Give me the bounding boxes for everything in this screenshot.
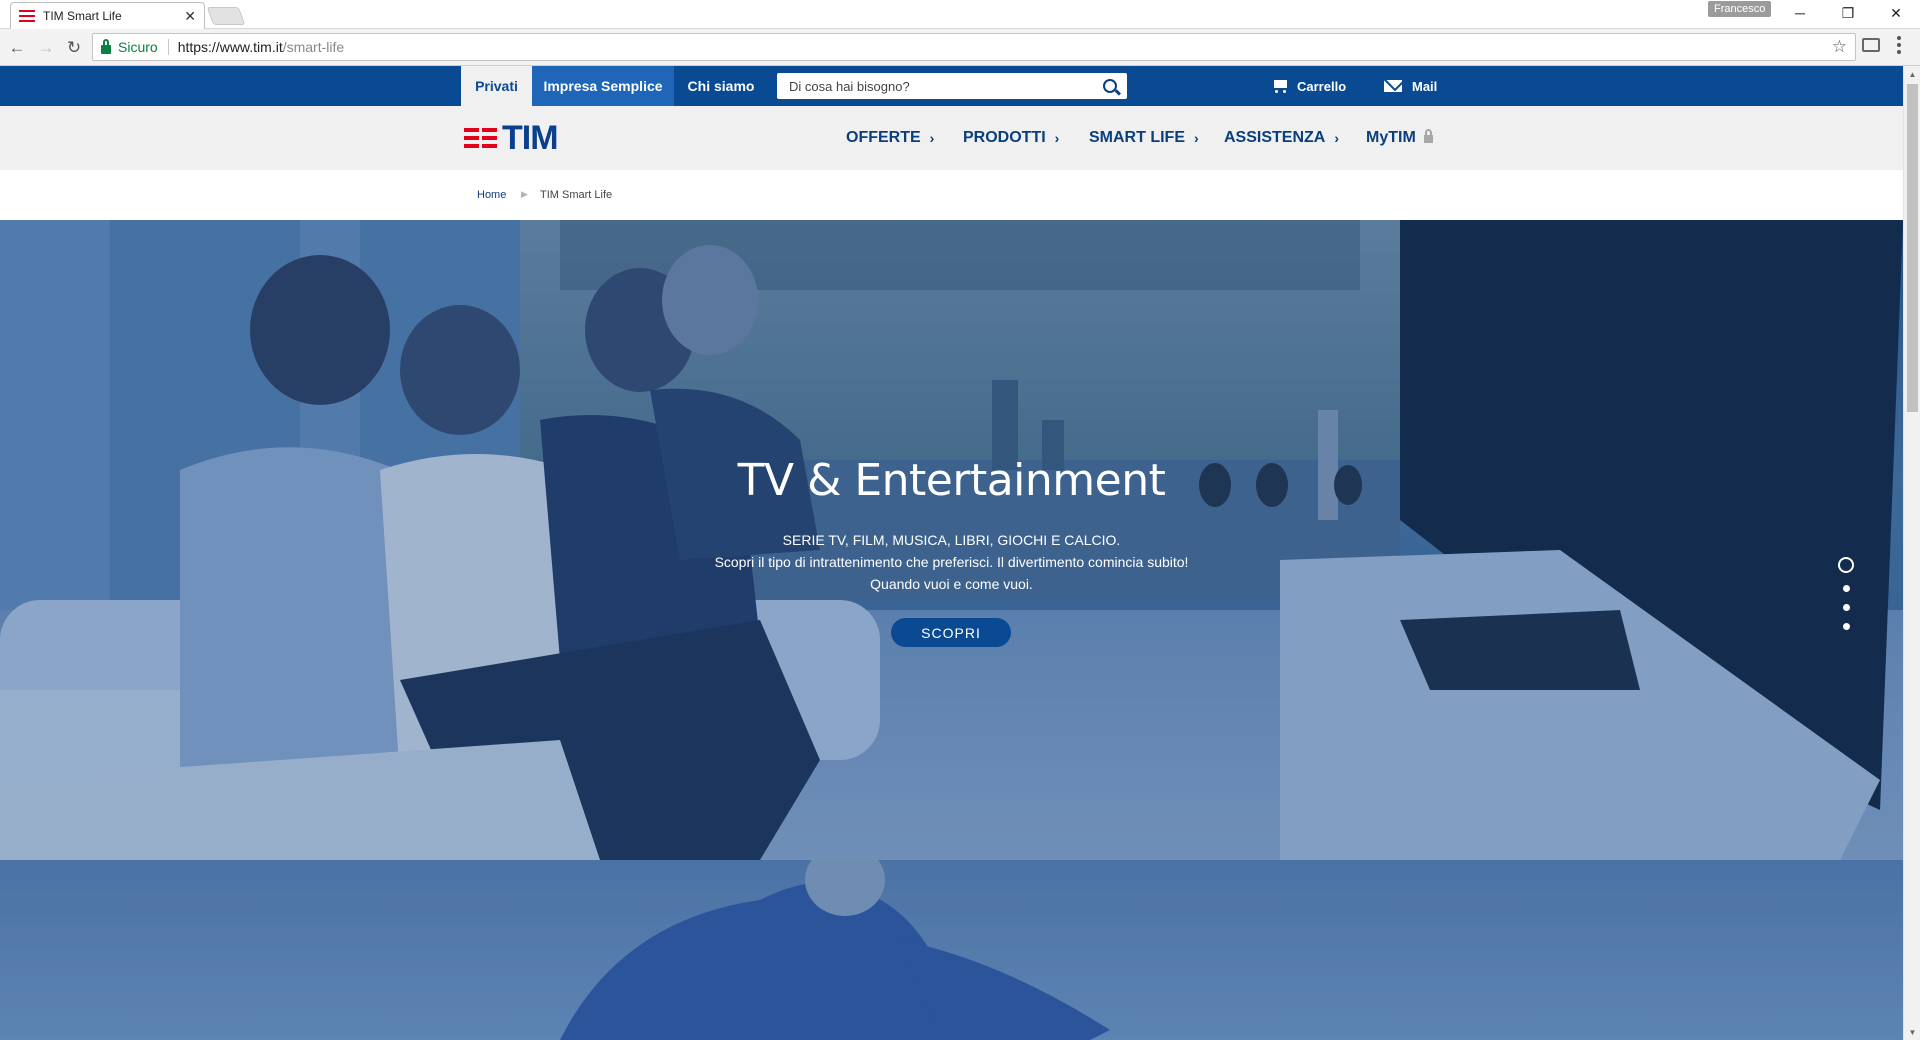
minimize-icon[interactable]: ─ [1778, 0, 1822, 26]
browser-menu-icon[interactable] [1897, 36, 1901, 54]
nav-offerte-label: OFFERTE [846, 129, 921, 146]
cart-link[interactable]: Carrello [1271, 66, 1346, 106]
restore-icon[interactable]: ❐ [1826, 0, 1870, 26]
segment-privati[interactable]: Privati [461, 66, 532, 106]
reload-icon[interactable]: ↻ [63, 37, 85, 59]
tim-logo-text: TIM [502, 119, 559, 157]
profile-button[interactable]: Francesco [1708, 1, 1772, 17]
url-path: /smart-life [282, 39, 345, 55]
address-bar[interactable]: Sicuro https://www.tim.it /smart-life ☆ [92, 33, 1856, 61]
lock-icon [1423, 129, 1433, 143]
nav-prodotti[interactable]: PRODOTTI › [963, 106, 1059, 170]
breadcrumb-separator-icon: ▶ [521, 189, 528, 199]
tab-title: TIM Smart Life [43, 9, 122, 23]
nav-assistenza[interactable]: ASSISTENZA › [1224, 106, 1339, 170]
new-tab-button[interactable] [206, 7, 246, 25]
scroll-up-icon[interactable]: ▲ [1904, 66, 1920, 82]
cart-icon [1271, 79, 1289, 93]
cast-icon[interactable] [1862, 38, 1880, 52]
breadcrumb-current: TIM Smart Life [540, 189, 613, 201]
hero-subtitle-line-2: Scopri il tipo di intrattenimento che pr… [714, 554, 1189, 570]
tab-close-icon[interactable]: ✕ [184, 8, 196, 25]
carousel-dot-2[interactable] [1842, 585, 1850, 592]
mail-icon [1384, 80, 1402, 92]
breadcrumb-home[interactable]: Home [477, 189, 506, 201]
tim-logo[interactable]: TIM [464, 119, 559, 157]
nav-assistenza-label: ASSISTENZA [1224, 129, 1326, 146]
nav-smart-life[interactable]: SMART LIFE › [1089, 106, 1199, 170]
second-banner [0, 860, 1903, 1040]
window-close-icon[interactable]: ✕ [1874, 0, 1918, 26]
top-utility-bar: Privati Impresa Semplice Chi siamo Carre… [0, 66, 1903, 106]
chevron-right-icon: › [1194, 130, 1199, 146]
second-banner-image [0, 860, 1903, 1040]
chevron-right-icon: › [929, 130, 935, 146]
bookmark-star-icon[interactable]: ☆ [1832, 37, 1847, 57]
cart-label: Carrello [1297, 78, 1347, 94]
nav-offerte[interactable]: OFFERTE › [846, 106, 934, 170]
segment-chi-siamo[interactable]: Chi siamo [674, 66, 768, 106]
segment-impresa-semplice[interactable]: Impresa Semplice [532, 66, 674, 106]
scroll-thumb[interactable] [1907, 84, 1918, 412]
omnibox-separator [167, 39, 169, 55]
browser-tab[interactable]: TIM Smart Life ✕ [10, 2, 205, 29]
carousel-dot-3[interactable] [1842, 604, 1850, 611]
carousel-dot-1[interactable] [1838, 557, 1854, 573]
hero-title: TV & Entertainment [737, 455, 1166, 506]
browser-titlebar: TIM Smart Life ✕ Francesco ─ ❐ ✕ [0, 0, 1920, 29]
carousel-dot-4[interactable] [1842, 623, 1850, 630]
nav-mytim[interactable]: MyTIM [1366, 106, 1433, 170]
search-input[interactable] [789, 78, 1103, 94]
main-navigation: TIM OFFERTE › PRODOTTI › SMART LIFE › AS… [0, 106, 1903, 170]
page-content: Privati Impresa Semplice Chi siamo Carre… [0, 66, 1903, 1040]
scroll-down-icon[interactable]: ▼ [1904, 1024, 1920, 1040]
back-icon[interactable]: ← [6, 37, 28, 59]
scopri-button[interactable]: SCOPRI [891, 618, 1011, 647]
mail-link[interactable]: Mail [1384, 66, 1437, 106]
tim-favicon-icon [19, 10, 35, 22]
carousel-pagination [1838, 557, 1854, 630]
hero-subtitle-line-1: SERIE TV, FILM, MUSICA, LIBRI, GIOCHI E … [782, 532, 1121, 548]
nav-prodotti-label: PRODOTTI [963, 129, 1046, 146]
forward-icon[interactable]: → [35, 37, 57, 59]
hero-subtitle-line-3: Quando vuoi e come vuoi. [870, 576, 1033, 592]
chevron-right-icon: › [1334, 130, 1340, 146]
nav-mytim-label: MyTIM [1366, 129, 1416, 146]
nav-smart-life-label: SMART LIFE [1089, 129, 1185, 146]
breadcrumb: Home ▶ TIM Smart Life [0, 170, 1903, 220]
tim-logo-mark [464, 128, 497, 148]
page-scrollbar[interactable]: ▲ ▼ [1903, 66, 1920, 1040]
secure-label: Sicuro [118, 39, 158, 55]
browser-toolbar: ← → ↻ Sicuro https://www.tim.it /smart-l… [0, 29, 1920, 66]
chevron-right-icon: › [1054, 130, 1060, 146]
search-icon[interactable] [1103, 79, 1117, 93]
hero-carousel: TV & Entertainment SERIE TV, FILM, MUSIC… [0, 220, 1903, 860]
url-host: https://www.tim.it [177, 39, 283, 55]
mail-label: Mail [1412, 78, 1438, 94]
secure-lock-icon [101, 38, 111, 54]
site-search [777, 73, 1127, 99]
